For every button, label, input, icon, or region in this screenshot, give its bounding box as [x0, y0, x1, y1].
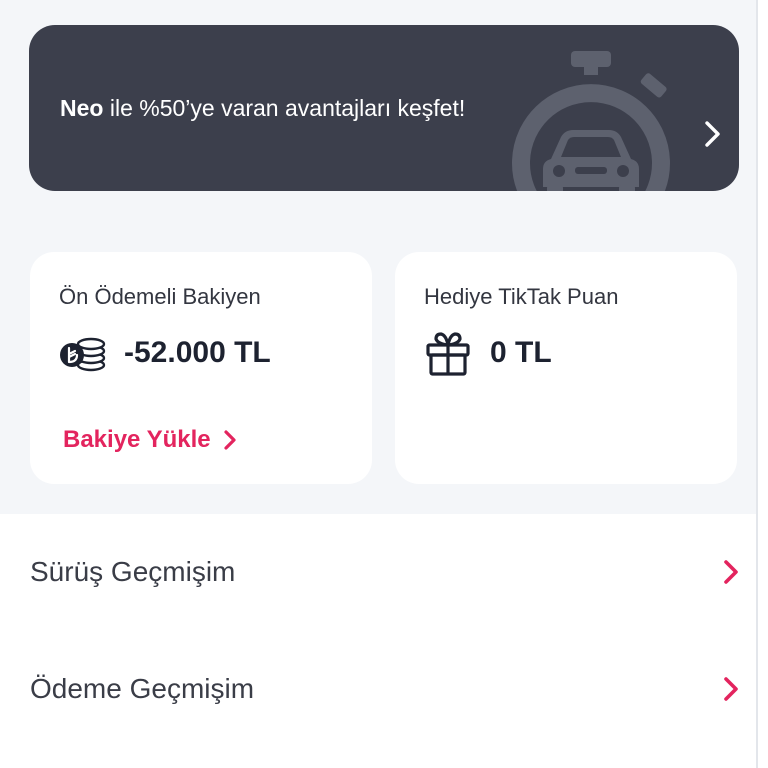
- chevron-right-icon: [724, 677, 738, 701]
- chevron-right-icon: [724, 560, 738, 584]
- gift-points-card: Hediye TikTak Puan 0 TL: [395, 252, 737, 484]
- scroll-edge-bar: [758, 0, 768, 768]
- balance-card: Ön Ödemeli Bakiyen -52.000 TL Bakiye Yük…: [30, 252, 372, 484]
- promo-brand: Neo: [60, 95, 104, 121]
- gift-points-label: Hediye TikTak Puan: [424, 284, 619, 309]
- balance-amount: -52.000 TL: [124, 336, 271, 369]
- balance-label: Ön Ödemeli Bakiyen: [59, 284, 261, 309]
- promo-text: Neo ile %50’ye varan avantajları keşfet!: [60, 95, 465, 122]
- menu-item-label: Sürüş Geçmişim: [30, 556, 236, 587]
- promo-banner[interactable]: Neo ile %50’ye varan avantajları keşfet!: [29, 25, 739, 191]
- chevron-right-icon: [224, 430, 236, 450]
- chevron-right-icon[interactable]: [701, 120, 723, 148]
- top-up-balance-link[interactable]: Bakiye Yükle: [63, 426, 237, 454]
- coins-icon: [60, 337, 106, 372]
- gift-icon: [426, 332, 470, 376]
- promo-message: ile %50’ye varan avantajları keşfet!: [103, 95, 466, 121]
- gift-points-amount: 0 TL: [490, 336, 552, 369]
- menu-item-payment-history[interactable]: Ödeme Geçmişim: [0, 631, 756, 747]
- menu-list: Sürüş Geçmişim Ödeme Geçmişim: [0, 514, 756, 768]
- menu-item-label: Ödeme Geçmişim: [30, 673, 255, 704]
- menu-item-ride-history[interactable]: Sürüş Geçmişim: [0, 514, 756, 630]
- top-up-label: Bakiye Yükle: [63, 426, 211, 453]
- stopwatch-car-icon: [512, 51, 670, 191]
